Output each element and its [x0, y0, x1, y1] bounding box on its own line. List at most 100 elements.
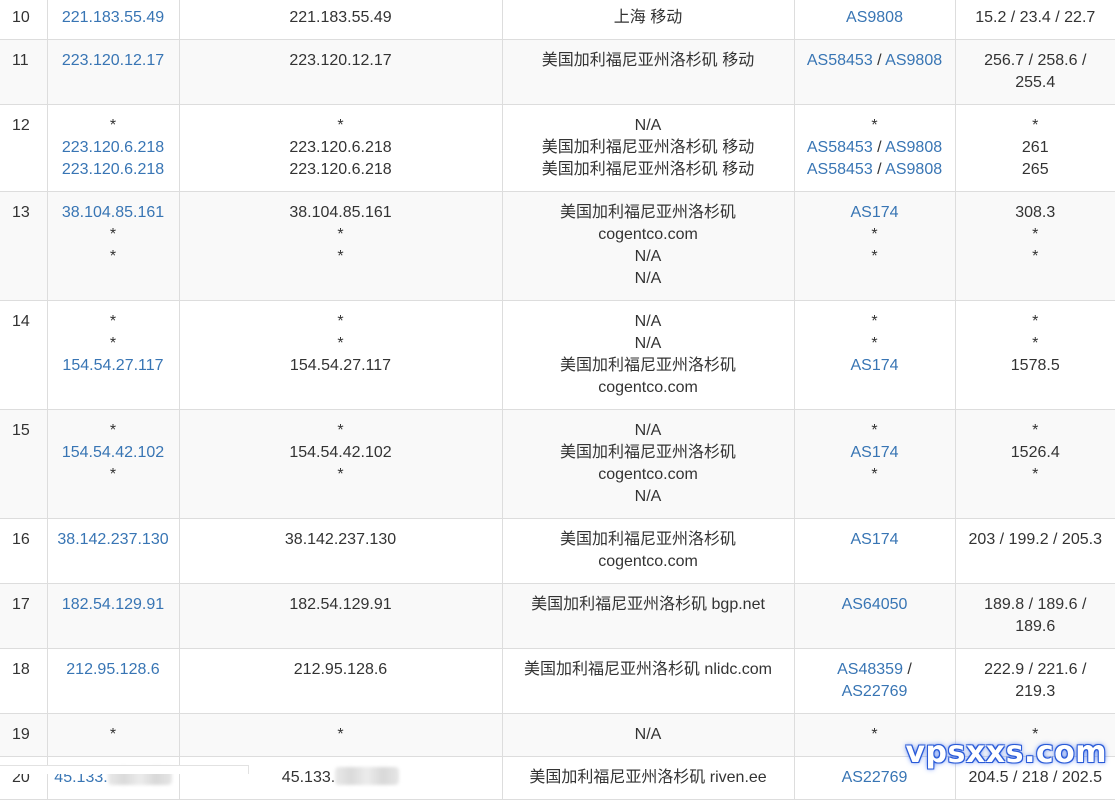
- location-text: cogentco.com: [598, 553, 698, 570]
- as-line: *: [799, 115, 951, 137]
- location-text: cogentco.com: [598, 379, 698, 396]
- ip-link[interactable]: 38.104.85.161: [62, 204, 164, 221]
- ip-link[interactable]: 223.120.12.17: [62, 52, 164, 69]
- ip-link[interactable]: 223.120.6.218: [62, 161, 164, 178]
- latency-text: *: [1032, 226, 1039, 243]
- ip-line: *: [52, 115, 175, 137]
- traceroute-table-body: 10 221.183.55.49 221.183.55.49 上海 移动 AS9808 1…: [0, 0, 1115, 800]
- hostname: *: [337, 422, 344, 439]
- ip-cell: 182.54.129.91: [47, 583, 180, 649]
- hostname: 223.120.12.17: [289, 52, 392, 69]
- as-link[interactable]: AS174: [850, 531, 898, 548]
- hop-row: 10 221.183.55.49 221.183.55.49 上海 移动 AS9808 1…: [0, 0, 1115, 40]
- as-line: *: [799, 224, 951, 246]
- as-link[interactable]: AS9808: [846, 9, 903, 26]
- ip-link[interactable]: 154.54.42.102: [62, 444, 164, 461]
- hostname-line: *: [184, 464, 498, 486]
- as-link[interactable]: AS48359: [837, 661, 903, 678]
- ip-line: 182.54.129.91: [52, 594, 175, 616]
- as-link[interactable]: AS22769: [842, 683, 908, 700]
- hop-number-cell: 15: [0, 409, 48, 519]
- hop-number-cell: 18: [0, 648, 48, 714]
- timeout-star: *: [109, 466, 117, 483]
- hostname: 154.54.42.102: [289, 444, 392, 461]
- hop-number: 10: [12, 9, 30, 26]
- hostname-cell: 223.120.12.17: [179, 39, 503, 105]
- hop-number-cell: 19: [0, 713, 48, 757]
- latency-text: 256.7 / 258.6 /: [984, 52, 1087, 69]
- hostname-line: 223.120.12.17: [184, 50, 498, 72]
- ip-line: 223.120.12.17: [52, 50, 175, 72]
- ip-link[interactable]: 212.95.128.6: [66, 661, 159, 678]
- as-link[interactable]: AS22769: [842, 769, 908, 786]
- as-separator: /: [872, 52, 886, 69]
- as-link[interactable]: AS58453: [807, 139, 873, 156]
- hostname: *: [337, 248, 344, 265]
- location-text: 美国加利福尼亚州洛杉矶: [559, 357, 736, 374]
- hop-row: 15 * 154.54.42.102 * * 154.54.42.102 * N/A 美国加利福…: [0, 409, 1115, 519]
- timeout-star: *: [871, 335, 878, 352]
- as-line: *: [799, 246, 951, 268]
- ip-line: *: [52, 333, 175, 355]
- as-link[interactable]: AS9808: [885, 52, 942, 69]
- as-link[interactable]: AS174: [850, 204, 898, 221]
- latency-text: 1578.5: [1010, 357, 1060, 374]
- hostname-line: 182.54.129.91: [184, 594, 498, 616]
- as-link[interactable]: AS58453: [807, 52, 873, 69]
- as-cell: AS48359 / AS22769: [794, 648, 956, 714]
- as-link[interactable]: AS174: [850, 357, 898, 374]
- hostname-cell: * * 154.54.27.117: [179, 300, 503, 410]
- hostname-cell: 45.133.: [179, 756, 503, 800]
- as-link[interactable]: AS9808: [885, 161, 942, 178]
- hostname: *: [337, 313, 344, 330]
- hop-number: 15: [12, 422, 30, 439]
- as-link[interactable]: AS58453: [807, 161, 873, 178]
- latency-text: *: [1032, 117, 1039, 134]
- location-cell: 美国加利福尼亚州洛杉矶 移动: [502, 39, 795, 105]
- as-separator: /: [902, 661, 912, 678]
- ip-link[interactable]: 38.142.237.130: [57, 531, 168, 548]
- timeout-star: *: [109, 726, 117, 743]
- hostname-cell: 182.54.129.91: [179, 583, 503, 649]
- as-line: AS22769: [799, 681, 951, 703]
- as-link[interactable]: AS64050: [842, 596, 908, 613]
- latency-cell: 203 / 199.2 / 205.3: [955, 518, 1115, 584]
- ip-cell: * * 154.54.27.117: [47, 300, 180, 410]
- hostname: 223.120.6.218: [289, 139, 392, 156]
- hop-number: 13: [12, 204, 30, 221]
- ip-link[interactable]: 221.183.55.49: [62, 9, 164, 26]
- timeout-star: *: [109, 226, 117, 243]
- watermark: vpsxxs.com: [905, 735, 1107, 770]
- latency-text: 265: [1021, 161, 1049, 178]
- ip-link[interactable]: 223.120.6.218: [62, 139, 164, 156]
- ip-link[interactable]: 154.54.27.117: [62, 357, 163, 374]
- location-text: N/A: [634, 422, 662, 439]
- as-link[interactable]: AS174: [850, 444, 898, 461]
- hostname-line: *: [184, 246, 498, 268]
- as-separator: /: [872, 161, 886, 178]
- location-text: 美国加利福尼亚州洛杉矶 移动: [541, 161, 755, 178]
- hostname-line: *: [184, 224, 498, 246]
- as-line: AS174: [799, 442, 951, 464]
- hostname-line: *: [184, 311, 498, 333]
- location-text: N/A: [634, 117, 662, 134]
- hostname-cell: 221.183.55.49: [179, 0, 503, 40]
- ip-line: *: [52, 724, 175, 746]
- hostname: 38.104.85.161: [289, 204, 392, 221]
- hostname-cell: *: [179, 713, 503, 757]
- hostname-line: 212.95.128.6: [184, 659, 498, 681]
- ip-link[interactable]: 182.54.129.91: [62, 596, 164, 613]
- hop-number-cell: 16: [0, 518, 48, 584]
- location-cell: 上海 移动: [502, 0, 795, 40]
- as-link[interactable]: AS9808: [885, 139, 942, 156]
- timeout-star: *: [109, 117, 117, 134]
- location-text: N/A: [634, 248, 662, 265]
- hostname-cell: 38.104.85.161 * *: [179, 191, 503, 301]
- location-cell: N/A 美国加利福尼亚州洛杉矶 移动 美国加利福尼亚州洛杉矶 移动: [502, 104, 795, 192]
- latency-cell: 15.2 / 23.4 / 22.7: [955, 0, 1115, 40]
- as-line: *: [799, 464, 951, 486]
- location-text: N/A: [634, 488, 662, 505]
- as-line: AS64050: [799, 594, 951, 616]
- timeout-star: *: [871, 422, 878, 439]
- hostname-line: 38.104.85.161: [184, 202, 498, 224]
